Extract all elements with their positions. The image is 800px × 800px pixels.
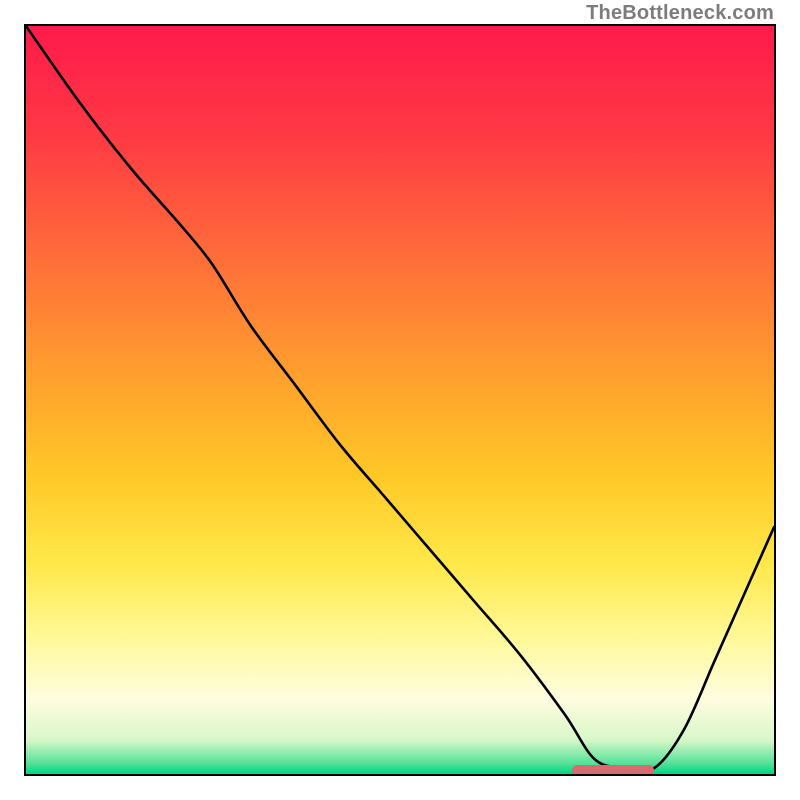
chart-curve [26,26,774,774]
trough-marker [572,765,654,775]
watermark-text: TheBottleneck.com [586,2,774,25]
chart-frame [24,24,776,776]
